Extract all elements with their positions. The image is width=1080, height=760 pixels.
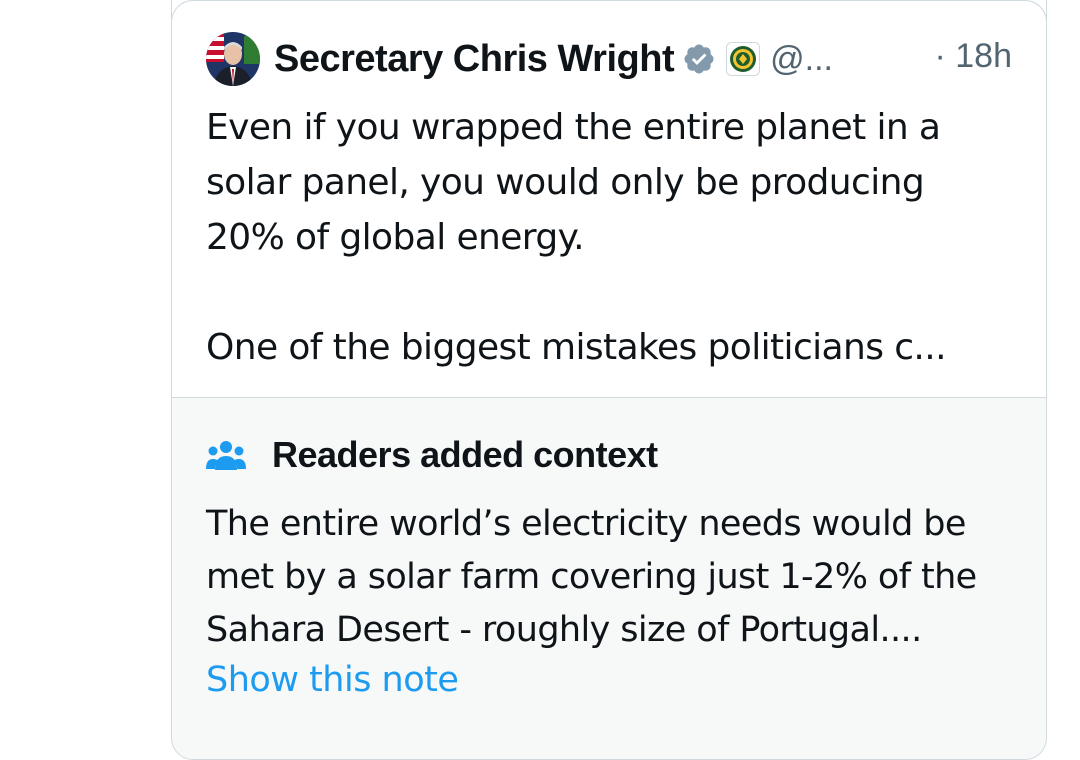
tweet-text-line: Even if you wrapped the entire planet in… [206,107,941,148]
community-note: Readers added context The entire world’s… [172,397,1046,759]
note-text-line: Sahara Desert - roughly size of Portugal… [206,610,922,650]
note-text-line: The entire world’s electricity needs wou… [206,504,966,544]
community-note-title: Readers added context [272,434,658,475]
tweet-text[interactable]: Even if you wrapped the entire planet in… [206,100,1016,375]
tweet-text-line: 20% of global energy. [206,217,585,258]
tweet-card[interactable]: Secretary Chris Wright @... · 18h Even i… [171,0,1047,760]
tweet-timestamp[interactable]: · 18h [935,37,1013,76]
show-this-note-link[interactable]: Show this note [206,660,459,700]
note-text-line: met by a solar farm covering just 1-2% o… [206,557,977,597]
department-of-energy-seal-icon[interactable] [726,42,761,76]
verified-badge-icon[interactable] [682,42,716,76]
avatar[interactable] [206,32,260,86]
author-handle[interactable]: @... [770,40,833,79]
author-name[interactable]: Secretary Chris Wright [274,38,675,81]
tweet-text-line: One of the biggest mistakes politicians … [206,327,947,368]
tweet-header: Secretary Chris Wright @... [206,30,833,88]
person-portrait-icon [206,32,260,86]
tweet-text-line: solar panel, you would only be producing [206,162,925,203]
people-icon [206,441,246,470]
community-note-header: Readers added context [206,434,658,476]
community-note-body: The entire world’s electricity needs wou… [206,498,1026,657]
